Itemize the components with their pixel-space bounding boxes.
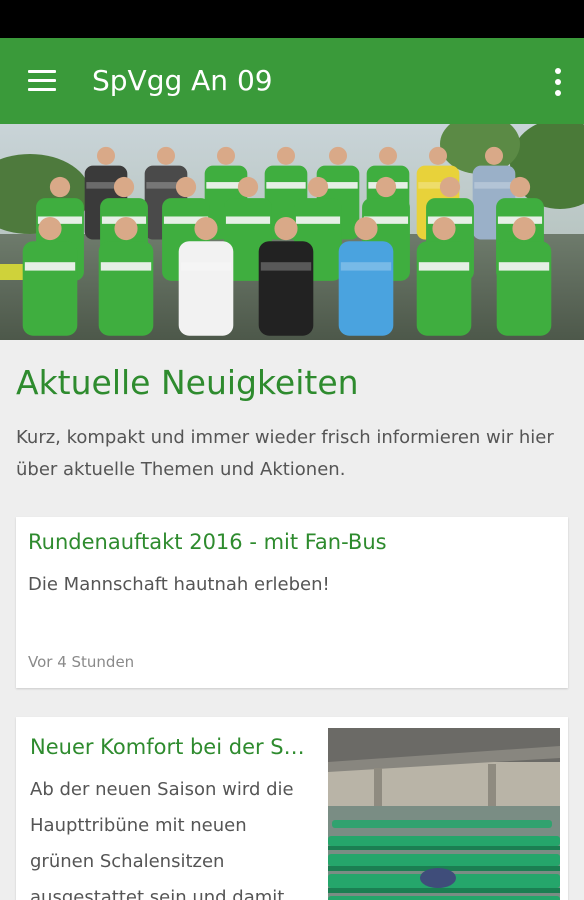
app-bar: SpVgg An 09 (0, 38, 584, 124)
hamburger-menu-icon[interactable] (16, 60, 68, 104)
section-description: Kurz, kompakt und immer wieder frisch in… (16, 427, 554, 480)
app-title: SpVgg An 09 (92, 64, 273, 97)
news-card-excerpt: Ab der neuen Saison wird die Haupttribün… (30, 779, 294, 900)
team-photo (0, 124, 584, 340)
news-card-excerpt: Die Mannschaft hautnah erleben! (28, 574, 330, 595)
news-card[interactable]: Rundenauftakt 2016 - mit Fan-Bus Die Man… (16, 517, 568, 688)
section-title: Aktuelle Neuigkeiten (16, 363, 359, 402)
more-vert-icon[interactable] (544, 60, 572, 104)
news-card[interactable]: Neuer Komfort bei der Saison Ab der neue… (16, 717, 568, 900)
news-card-title[interactable]: Rundenauftakt 2016 - mit Fan-Bus (28, 530, 558, 554)
stadium-seats-photo (328, 728, 560, 900)
news-card-timestamp: Vor 4 Stunden (28, 653, 135, 671)
news-card-title[interactable]: Neuer Komfort bei der Saison (30, 735, 310, 759)
status-bar (0, 0, 584, 38)
